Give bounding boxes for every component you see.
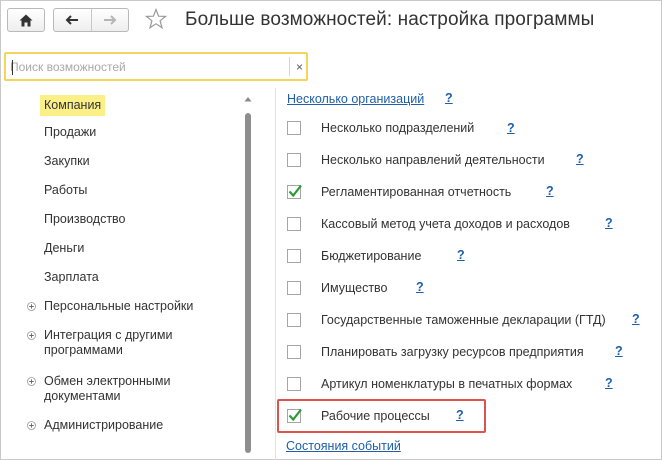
forward-button[interactable]: [90, 9, 129, 31]
scroll-up-icon[interactable]: [244, 96, 252, 102]
star-icon[interactable]: [144, 7, 168, 31]
checkmark-icon: [288, 184, 302, 198]
checkbox[interactable]: [287, 345, 301, 359]
page-title: Больше возможностей: настройка программы: [185, 9, 595, 30]
search-separator: [289, 57, 290, 76]
help-link[interactable]: ?: [507, 121, 515, 135]
checkbox[interactable]: [287, 377, 301, 391]
option-label: Несколько направлений деятельности: [321, 153, 545, 167]
expand-plus-icon[interactable]: [27, 302, 36, 311]
close-icon[interactable]: ×: [293, 57, 306, 76]
back-button[interactable]: [54, 9, 91, 31]
text-cursor: [12, 60, 13, 75]
help-link[interactable]: ?: [416, 280, 424, 294]
expand-plus-icon[interactable]: [27, 377, 36, 386]
search-input[interactable]: [10, 57, 282, 76]
panel-divider: [275, 88, 276, 460]
help-link[interactable]: ?: [615, 344, 623, 358]
option-label: Рабочие процессы: [321, 409, 430, 423]
section-company[interactable]: Компания: [40, 95, 106, 116]
section-sales[interactable]: Продажи: [44, 125, 96, 140]
expand-plus-icon[interactable]: [27, 331, 36, 340]
help-link[interactable]: ?: [576, 152, 584, 166]
checkbox-checked[interactable]: [287, 184, 302, 199]
section-salary[interactable]: Зарплата: [44, 270, 99, 285]
forward-arrow-icon: [103, 15, 117, 25]
checkmark-icon: [288, 408, 302, 422]
option-label: Артикул номенклатуры в печатных формах: [321, 377, 573, 391]
option-label: Бюджетирование: [321, 249, 422, 263]
checkbox[interactable]: [287, 217, 301, 231]
option-label: Имущество: [321, 281, 388, 295]
section-purchases[interactable]: Закупки: [44, 154, 90, 169]
search-box: ×: [4, 52, 308, 81]
help-link[interactable]: ?: [546, 184, 554, 198]
checkbox[interactable]: [287, 121, 301, 135]
back-arrow-icon: [65, 15, 79, 25]
checkbox-checked[interactable]: [287, 408, 302, 423]
navigation-buttons: [53, 8, 129, 32]
checkbox[interactable]: [287, 313, 301, 327]
option-label: Планировать загрузку ресурсов предприяти…: [321, 345, 584, 359]
checkbox[interactable]: [287, 249, 301, 263]
section-production[interactable]: Производство: [44, 212, 126, 227]
option-label: Кассовый метод учета доходов и расходов: [321, 217, 570, 231]
help-link[interactable]: ?: [632, 312, 640, 326]
section-works[interactable]: Работы: [44, 183, 87, 198]
help-link[interactable]: ?: [605, 216, 613, 230]
section-personal-settings[interactable]: Персональные настройки: [44, 299, 193, 314]
home-button[interactable]: [7, 8, 45, 32]
option-label: Несколько подразделений: [321, 121, 475, 135]
checkbox[interactable]: [287, 153, 301, 167]
option-label: Государственные таможенные декларации (Г…: [321, 313, 606, 327]
help-link[interactable]: ?: [605, 376, 613, 390]
section-administration[interactable]: Администрирование: [44, 418, 163, 433]
section-edi[interactable]: Обмен электронными документами: [44, 374, 204, 404]
option-label: Регламентированная отчетность: [321, 185, 512, 199]
event-states-link[interactable]: Состояния событий: [286, 439, 401, 453]
section-money[interactable]: Деньги: [44, 241, 84, 256]
help-link[interactable]: ?: [457, 248, 465, 262]
help-link[interactable]: ?: [445, 91, 453, 105]
help-link[interactable]: ?: [456, 408, 464, 422]
multiple-organizations-link[interactable]: Несколько организаций: [287, 92, 424, 106]
checkbox[interactable]: [287, 281, 301, 295]
expand-plus-icon[interactable]: [27, 421, 36, 430]
home-icon: [19, 14, 33, 26]
section-integration[interactable]: Интеграция с другими программами: [44, 328, 204, 358]
scrollbar-thumb[interactable]: [245, 113, 251, 453]
